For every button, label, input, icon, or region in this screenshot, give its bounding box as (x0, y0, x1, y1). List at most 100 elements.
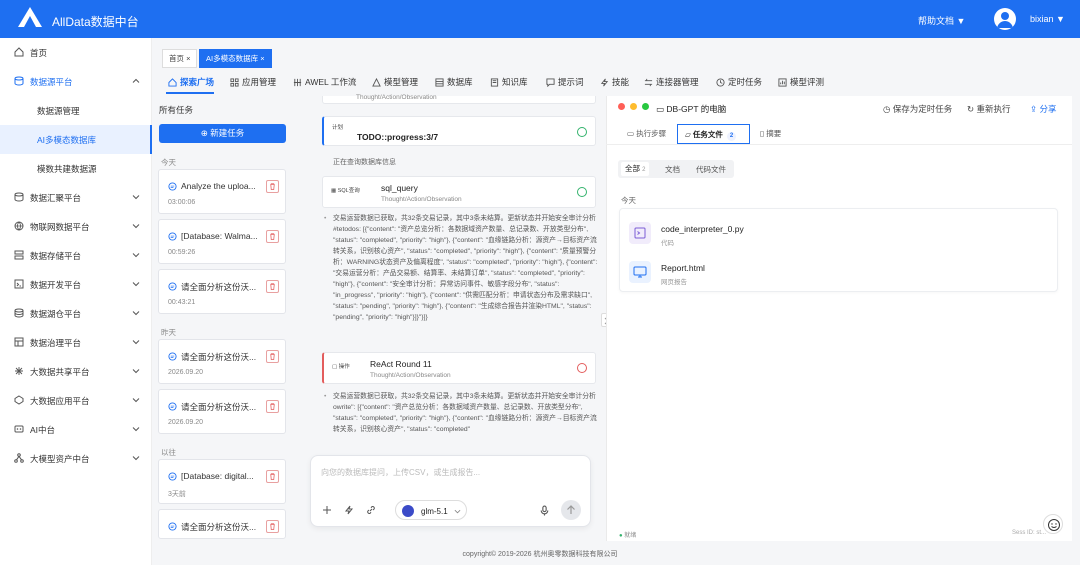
share-button[interactable]: ⇪ 分享 (1030, 103, 1057, 115)
rerun-button[interactable]: ↻ 重新执行 (967, 103, 1011, 115)
sidebar-item-collect[interactable]: 数据汇聚平台 (0, 183, 152, 212)
tag-home[interactable]: 首页 × (162, 49, 198, 68)
task-item[interactable]: Analyze the uploa... 03:00:06 (158, 169, 286, 214)
cube-icon (372, 78, 381, 87)
group-label-yesterday: 昨天 (161, 328, 176, 337)
tab-explore[interactable]: 探索广场 (168, 76, 214, 90)
assistant-fab[interactable] (1043, 514, 1063, 534)
all-tasks-title: 所有任务 (159, 105, 194, 115)
trash-icon[interactable] (266, 400, 279, 413)
tab-label: 执行步骤 (636, 129, 667, 138)
monitor-icon: ▭ (656, 104, 665, 114)
sidebar-subitem-datasource-mgmt[interactable]: 数据源管理 (0, 96, 152, 125)
step-card-partial[interactable]: Thought/Action/Observation (322, 94, 596, 104)
react-title: ReAct Round 11 (370, 359, 432, 369)
react-step-card[interactable]: ▢ 操作 ReAct Round 11 Thought/Action/Obser… (322, 352, 596, 384)
sidebar-item-dev[interactable]: 数据开发平台 (0, 270, 152, 299)
task-item[interactable]: [Database: digital... 3天前 (158, 459, 286, 504)
task-item[interactable]: 请全面分析这份沃... 00:43:21 (158, 269, 286, 314)
chevron-up-icon (132, 78, 140, 83)
sql-step-card[interactable]: ▦ SQL查询 sql_query Thought/Action/Observa… (322, 176, 596, 208)
tab-model-eval[interactable]: 模型评测 (778, 76, 824, 90)
model-icon (14, 453, 24, 463)
trash-icon[interactable] (266, 470, 279, 483)
group-label-earlier: 以往 (161, 448, 176, 457)
sidebar-item-bigdata-app[interactable]: 大数据应用平台 (0, 386, 152, 415)
send-button[interactable] (561, 500, 581, 520)
tab-app-mgmt[interactable]: 应用管理 (230, 76, 276, 90)
sidebar-subitem-co-build-source[interactable]: 模数共建数据源 (0, 154, 152, 183)
trash-icon[interactable] (266, 350, 279, 363)
task-title: [Database: digital... (181, 471, 254, 481)
username-menu[interactable]: bixian ▼ (1030, 14, 1065, 24)
filter-code[interactable]: 代码文件 (696, 164, 726, 175)
sidebar-item-datasource-platform[interactable]: 数据源平台 (0, 67, 152, 96)
chat-bubble-icon (168, 352, 177, 361)
task-item[interactable]: 请全面分析这份沃... 2026.09.20 (158, 389, 286, 434)
ai-icon (14, 425, 24, 433)
help-docs-menu[interactable]: 帮助文档 ▼ (918, 14, 965, 27)
sidebar-item-governance[interactable]: 数据治理平台 (0, 328, 152, 357)
sidebar-item-label: 大模型资产中台 (30, 454, 90, 464)
tab-prompts[interactable]: 提示词 (546, 76, 584, 90)
tag-label: 首页 (169, 54, 184, 63)
sidebar-item-ai[interactable]: AI中台 (0, 415, 152, 444)
sidebar-item-model-assets[interactable]: 大模型资产中台 (0, 444, 152, 473)
task-time: 03:00:06 (168, 199, 196, 206)
tab-database[interactable]: 数据库 (435, 76, 473, 90)
sidebar-item-share[interactable]: 大数据共享平台 (0, 357, 152, 386)
sidebar-item-lakehouse[interactable]: 数据湖仓平台 (0, 299, 152, 328)
sidebar-item-iot[interactable]: 物联网数据平台 (0, 212, 152, 241)
tab-exec-steps[interactable]: ▭ 执行步骤 (624, 124, 672, 144)
new-task-button[interactable]: ⊕ 新建任务 (159, 124, 286, 143)
tab-task-files[interactable]: ▱ 任务文件 2 (677, 124, 750, 144)
status-label: 就绪 (624, 533, 637, 539)
file-item[interactable]: code_interpreter_0.py 代码 (629, 220, 1049, 250)
chevron-down-icon (132, 369, 140, 374)
tag-ai-multimodal-db[interactable]: AI多模态数据库 × (199, 49, 272, 68)
tab-summary[interactable]: ▯ 摘要 (760, 124, 800, 144)
file-item[interactable]: Report.html 网页报告 (629, 259, 1049, 289)
share-icon: ⇪ (1030, 104, 1038, 114)
tab-model-mgmt[interactable]: 模型管理 (372, 76, 418, 90)
trash-icon[interactable] (266, 280, 279, 293)
tab-connectors[interactable]: 连接器管理 (644, 76, 699, 90)
sidebar-item-storage[interactable]: 数据存储平台 (0, 241, 152, 270)
filter-docs[interactable]: 文档 (665, 164, 680, 175)
sidebar-item-home[interactable]: 首页 (0, 38, 152, 67)
save-schedule-button[interactable]: ◷ 保存为定时任务 (883, 103, 952, 115)
sidebar-item-label: AI中台 (30, 425, 56, 435)
bolt-icon[interactable] (344, 505, 354, 515)
microphone-icon[interactable] (539, 505, 550, 516)
tab-awel[interactable]: AWEL 工作流 (293, 76, 356, 90)
task-item[interactable]: 请全面分析这份沃... 2026.09.20 (158, 339, 286, 384)
chat-input-box[interactable]: 向您的数据库提问，上传CSV，或生成报告... glm-5.1 (310, 455, 591, 527)
trash-icon[interactable] (266, 230, 279, 243)
task-time: 00:43:21 (168, 299, 196, 306)
trash-icon[interactable] (266, 180, 279, 193)
link-icon[interactable] (366, 505, 376, 515)
model-selector[interactable]: glm-5.1 (395, 500, 467, 520)
filter-all[interactable]: 全部 2 (621, 162, 650, 176)
task-item[interactable]: 请全面分析这份沃... (158, 509, 286, 539)
tab-skills[interactable]: 技能 (600, 76, 629, 90)
bolt-icon (600, 78, 609, 87)
check-circle-icon (577, 127, 587, 137)
sidebar-item-label: 大数据共享平台 (30, 367, 90, 377)
plan-card[interactable]: 计划 TODO::progress:3/7 (322, 116, 596, 146)
trash-icon[interactable] (266, 520, 279, 533)
tab-knowledge[interactable]: 知识库 (490, 76, 528, 90)
task-item[interactable]: [Database: Walma... 00:59:26 (158, 219, 286, 264)
footer-copyright: copyright© 2019-2026 杭州奥零数据科技有限公司 (462, 551, 618, 558)
close-icon[interactable]: × (260, 54, 264, 63)
folder-icon: ▱ (685, 130, 691, 139)
session-id: Sess ID: st... (1012, 530, 1047, 536)
sidebar-subitem-ai-multimodal-db[interactable]: AI多模态数据库 (0, 125, 152, 154)
tab-scheduled[interactable]: 定时任务 (716, 76, 762, 90)
react-subtitle: Thought/Action/Observation (370, 372, 451, 379)
avatar[interactable] (994, 8, 1016, 30)
close-icon[interactable]: × (186, 54, 190, 63)
chat-input-placeholder[interactable]: 向您的数据库提问，上传CSV，或生成报告... (321, 467, 480, 478)
plus-icon[interactable] (322, 505, 332, 515)
sidebar-subitem-label: 数据源管理 (37, 106, 80, 116)
